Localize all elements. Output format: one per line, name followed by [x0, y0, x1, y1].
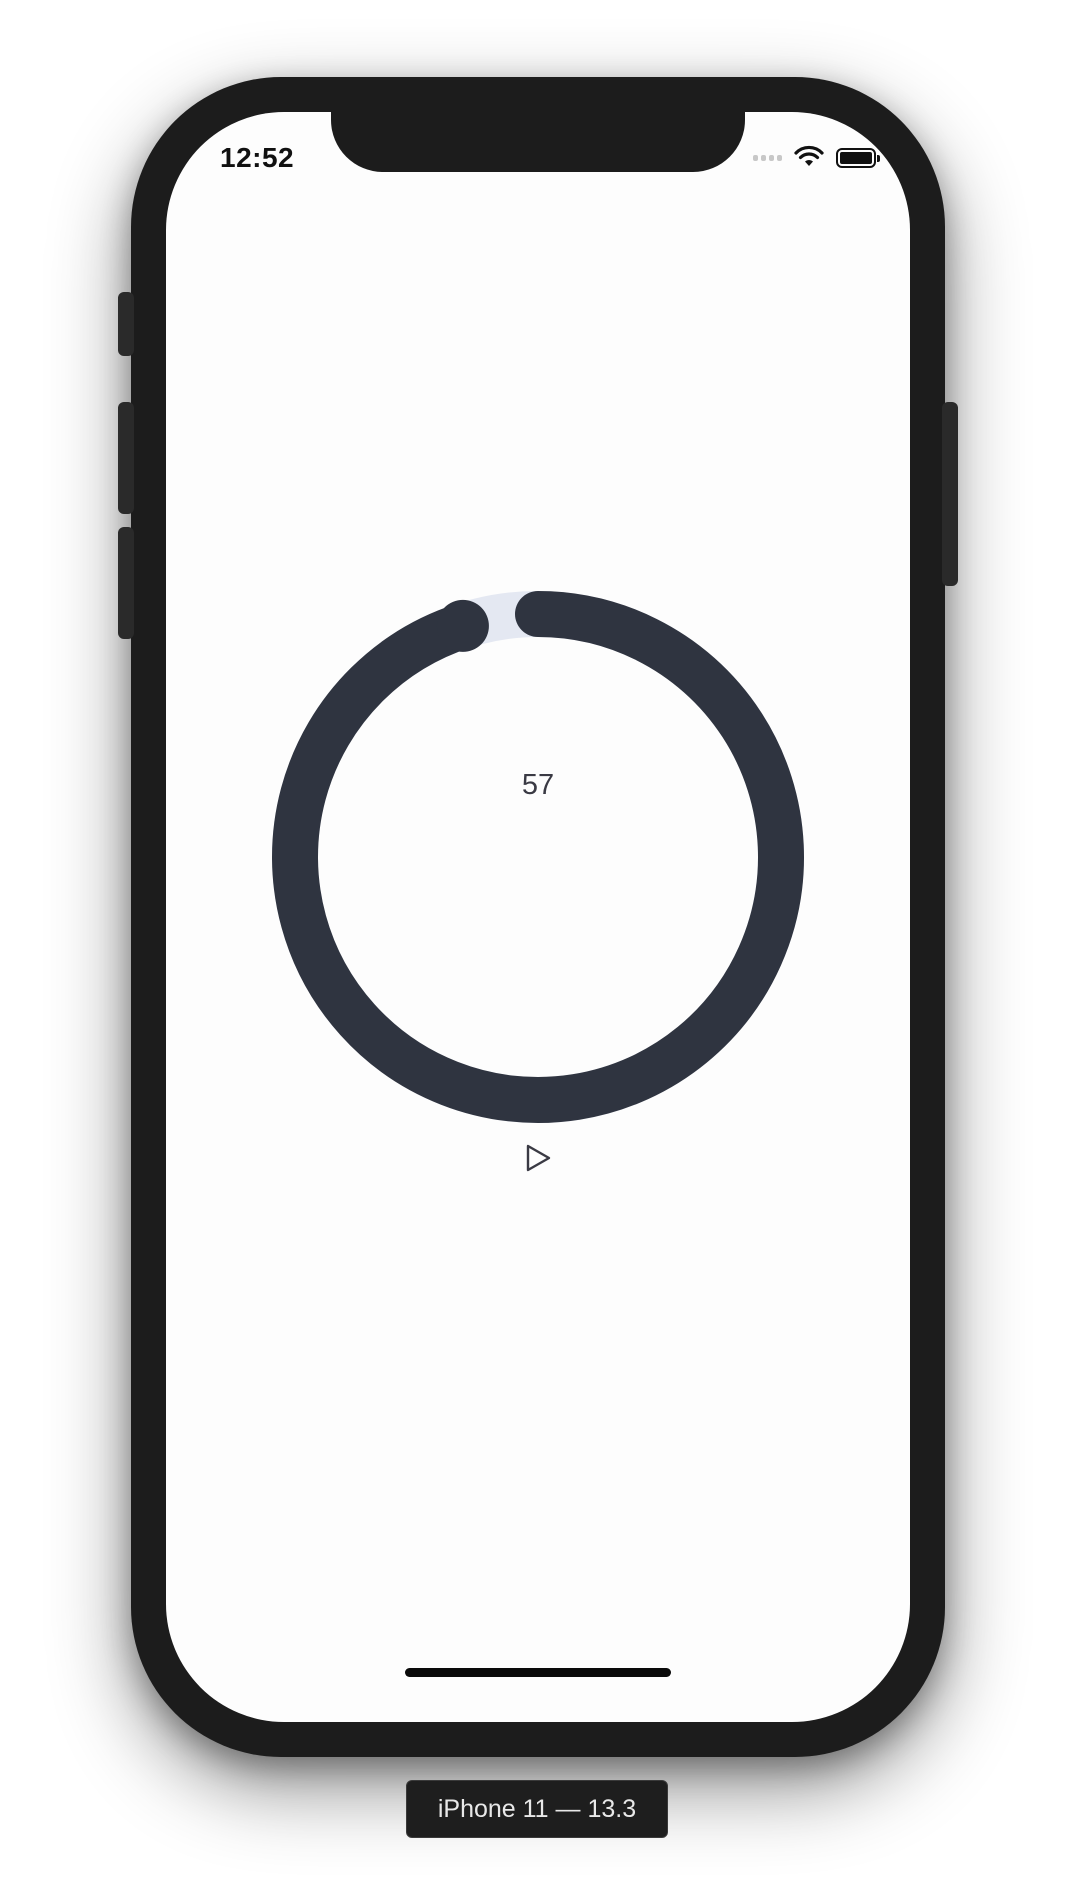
volume-down-button — [118, 527, 134, 639]
play-icon — [526, 1144, 551, 1172]
simulator-stage: 12:52 57 iPhone 11 — 13.3 — [0, 0, 1070, 1900]
home-indicator[interactable] — [405, 1668, 671, 1677]
volume-up-button — [118, 402, 134, 514]
timer-ring — [272, 591, 804, 1123]
timer-ring-handle[interactable] — [436, 599, 489, 652]
mute-switch — [118, 292, 134, 356]
device-screen: 12:52 57 — [166, 112, 910, 1722]
power-button — [942, 402, 958, 586]
play-button[interactable] — [514, 1134, 562, 1182]
iphone-device-frame: 12:52 57 — [118, 77, 958, 1757]
device-label: iPhone 11 — 13.3 — [406, 1780, 668, 1838]
timer-ring-progress — [272, 591, 804, 1123]
timer-value: 57 — [521, 769, 555, 801]
